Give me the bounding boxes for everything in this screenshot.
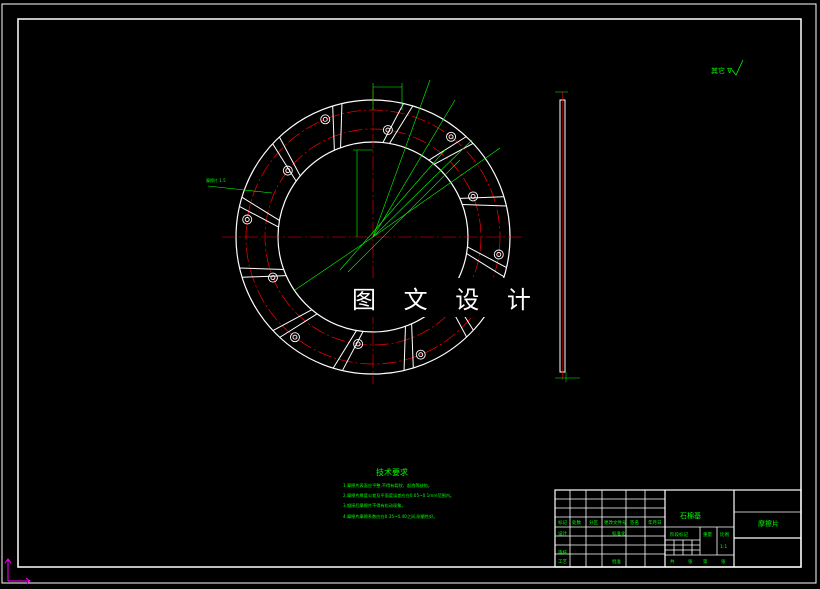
roughness-note: 其它 ∇: [711, 67, 732, 75]
radius-leader-5: [339, 149, 446, 271]
tb-row-process: 工艺: [558, 560, 567, 565]
tb-header-change-doc: 更改文件号: [604, 521, 627, 526]
tb-sheet-total: 共: [670, 560, 675, 565]
groove-line-11-0: [332, 106, 335, 151]
technical-requirement-4: 4.摩擦片摩擦系数应在0.35~0.40之间,耐磨性好。: [343, 514, 438, 519]
rivet-hole-10-outer: [320, 114, 331, 125]
rivet-hole-6-inner: [292, 334, 298, 340]
rivet-hole-8-inner: [244, 217, 250, 222]
material-label: 石棉基: [680, 512, 701, 520]
technical-requirement-3: 3.铆接后摩擦片不得有松动现象。: [343, 503, 406, 508]
technical-requirement-2: 2.摩擦片厚度公差及平面度误差应在0.05~0.1mm范围内。: [343, 493, 455, 498]
technical-requirement-1: 1.摩擦片表面应平整,不得有裂纹、起泡等缺陷。: [343, 483, 433, 488]
groove-line-8-1: [239, 267, 284, 270]
watermark-text: 图 文 设 计: [338, 278, 555, 317]
tb-header-date: 年月日: [648, 521, 662, 526]
roughness-symbol: [731, 59, 744, 76]
rivet-hole-8-outer: [242, 214, 253, 225]
leader-left: [207, 185, 273, 194]
tb-scale-header: 比例: [720, 533, 729, 538]
radius-leader-4: [372, 147, 501, 238]
friction-disc-side-view: [555, 91, 580, 382]
tb-approval: 批准: [612, 560, 621, 565]
groove-line-8-0: [242, 275, 287, 278]
groove-line-3-1: [466, 253, 505, 278]
tb-header-zone: 分区: [589, 521, 598, 526]
groove-line-6-1: [332, 330, 357, 369]
tb-header-mark: 标记: [558, 521, 567, 526]
tb-row-design: 设计: [558, 532, 567, 537]
tb-header-count: 处数: [572, 521, 581, 526]
rivet-hole-6-outer: [290, 332, 300, 343]
groove-line-5-0: [411, 323, 414, 368]
tb-header-signature: 签名: [630, 521, 639, 526]
tb-standardization: 标准化: [612, 532, 626, 537]
part-name-label: 摩擦片: [758, 520, 779, 528]
groove-line-2-1: [462, 204, 507, 207]
tb-sheet-unit-1: 张: [688, 560, 693, 565]
groove-line-5-1: [403, 326, 406, 371]
tb-sheet-unit-2: 张: [721, 560, 726, 565]
groove-line-2-0: [459, 196, 504, 199]
tb-row-review: 审核: [558, 551, 567, 556]
rivet-hole-1-outer: [468, 191, 479, 202]
tb-sheet-number: 第: [703, 560, 708, 565]
rivet-hole-10-inner: [322, 116, 328, 122]
radius-leader-6: [347, 159, 461, 273]
groove-line-7-1: [272, 309, 313, 332]
tb-stage-mark: 阶段标记: [670, 533, 688, 538]
groove-line-11-1: [340, 103, 343, 148]
tb-weight: 重量: [703, 533, 712, 538]
ucs-icon: [4, 558, 31, 585]
thickness-label: 摩擦片 1.5: [206, 178, 226, 183]
technical-requirements-title: 技术要求: [376, 468, 408, 477]
groove-line-1-1: [433, 142, 474, 165]
tb-scale-value: 1:1: [720, 545, 728, 550]
title-block-left-grid: [555, 490, 665, 567]
